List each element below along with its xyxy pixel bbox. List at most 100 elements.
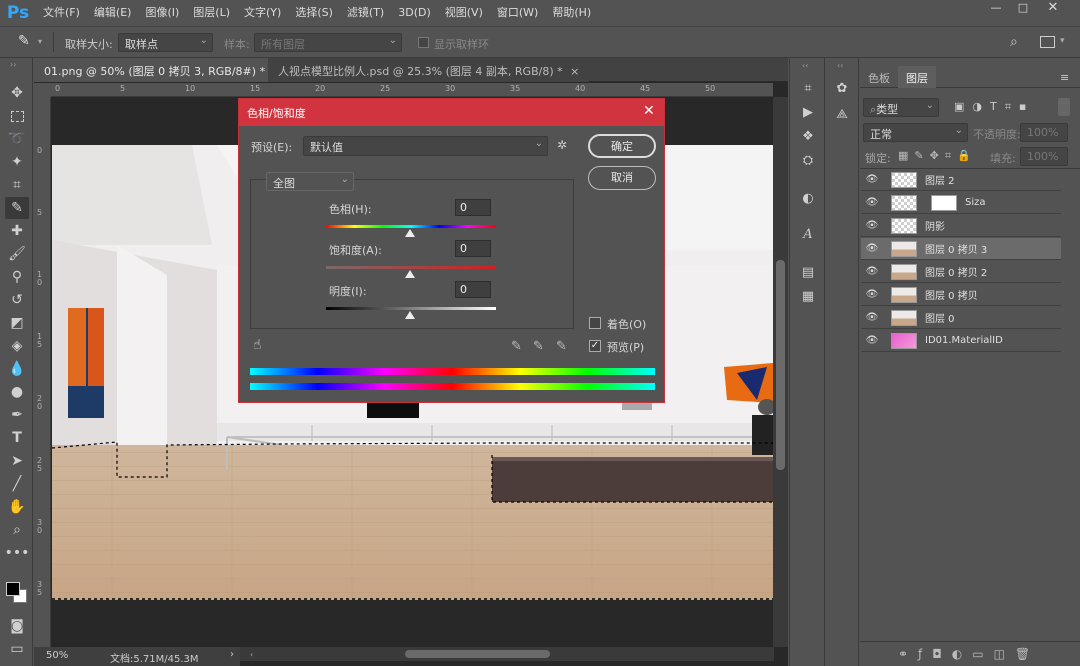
collapse-icon[interactable]: ›› <box>10 60 16 69</box>
layer-row[interactable]: 👁 图层 0 <box>861 307 1061 329</box>
vertical-scrollbar[interactable] <box>773 97 788 647</box>
sample-select[interactable]: 所有图层 ⌄ <box>254 33 402 52</box>
on-image-adjust-hand-icon[interactable]: ☝ <box>253 337 262 353</box>
ruler-origin[interactable] <box>34 83 51 97</box>
visibility-eye-icon[interactable]: 👁 <box>861 266 883 277</box>
lock-icons[interactable]: ▦✎✥⌗🔒 <box>898 149 977 163</box>
horizontal-ruler[interactable]: 0 5 10 15 20 25 30 35 40 45 50 <box>51 83 773 97</box>
zoom-level[interactable]: 50% <box>46 650 68 661</box>
collapse-icon[interactable]: ‹‹ <box>802 61 808 70</box>
swatches-icon[interactable]: ❖ <box>797 126 819 146</box>
horizontal-scrollbar[interactable]: ‹ <box>240 647 774 661</box>
path-selection-tool-icon[interactable]: ➤ <box>5 450 29 472</box>
magic-wand-tool-icon[interactable]: ✦ <box>5 151 29 173</box>
dialog-titlebar[interactable]: 色相/饱和度 ✕ <box>239 99 664 126</box>
workspace-icon[interactable] <box>1040 36 1055 48</box>
saturation-slider-thumb[interactable] <box>405 270 415 278</box>
blend-mode-select[interactable]: 正常 ⌄ <box>863 123 968 142</box>
pen-tool-icon[interactable]: ✒ <box>5 404 29 426</box>
lasso-tool-icon[interactable]: ➰ <box>5 128 29 150</box>
crop-tool-icon[interactable]: ⌗ <box>5 174 29 196</box>
visibility-eye-icon[interactable]: 👁 <box>861 243 883 254</box>
blur-tool-icon[interactable]: 💧 <box>5 358 29 380</box>
visibility-eye-icon[interactable]: 👁 <box>861 335 883 346</box>
eyedropper-tool-icon[interactable]: ✎ <box>5 197 29 219</box>
status-menu-arrow-icon[interactable]: › <box>230 649 234 660</box>
hue-slider-thumb[interactable] <box>405 229 415 237</box>
paths-icon[interactable]: ⟁ <box>831 104 853 124</box>
minimize-button[interactable]: — <box>983 0 1009 18</box>
more-tools-icon[interactable]: ••• <box>5 542 30 564</box>
menu-item[interactable]: 图像(I) <box>138 0 186 26</box>
menu-item[interactable]: 图层(L) <box>186 0 237 26</box>
scroll-left-icon[interactable]: ‹ <box>250 650 253 659</box>
quick-mask-icon[interactable]: ◙ <box>5 615 29 637</box>
layer-row[interactable]: 👁 阴影 <box>861 215 1061 237</box>
fill-input[interactable]: 100% <box>1020 147 1068 166</box>
filter-icons[interactable]: ▣◑T⌗▪ <box>954 100 1034 114</box>
foreground-color-swatch[interactable] <box>6 582 20 596</box>
collapse-icon[interactable]: ‹‹ <box>837 61 843 70</box>
history-icon[interactable]: ⌗ <box>797 78 819 98</box>
layer-mask-thumbnail[interactable] <box>931 194 957 211</box>
visibility-eye-icon[interactable]: 👁 <box>861 174 883 185</box>
paint-bucket-tool-icon[interactable]: ◈ <box>5 335 29 357</box>
menu-item[interactable]: 视图(V) <box>438 0 490 26</box>
tab-swatches[interactable]: 色板 <box>860 66 898 88</box>
panel-menu-icon[interactable]: ≡ <box>1060 71 1069 84</box>
preset-gear-icon[interactable]: ✲ <box>557 138 567 152</box>
close-icon[interactable]: ✕ <box>643 103 655 119</box>
visibility-eye-icon[interactable]: 👁 <box>861 312 883 323</box>
eyedropper-plus-icon[interactable]: ✎ <box>533 339 544 354</box>
healing-brush-tool-icon[interactable]: ✚ <box>5 220 29 242</box>
vertical-ruler[interactable]: 0 5 1 0 1 5 2 0 2 5 3 0 3 5 <box>34 97 51 647</box>
layer-action-icons[interactable]: ⚭ƒ◘◐▭◫🗑 <box>898 647 1040 661</box>
close-window-button[interactable]: ✕ <box>1040 0 1066 18</box>
hue-slider-track[interactable] <box>326 225 496 228</box>
opacity-input[interactable]: 100% <box>1020 123 1068 142</box>
color-wheel-icon[interactable]: ✿ <box>831 78 853 98</box>
sample-size-select[interactable]: 取样点 ⌄ <box>118 33 213 52</box>
menu-item[interactable]: 3D(D) <box>391 0 438 26</box>
hue-input[interactable]: 0 <box>455 199 491 216</box>
menu-item[interactable]: 文字(Y) <box>237 0 288 26</box>
layer-row[interactable]: 👁 图层 0 拷贝 <box>861 284 1061 306</box>
menu-item[interactable]: 选择(S) <box>288 0 340 26</box>
character-icon[interactable]: A <box>797 224 819 244</box>
hand-tool-icon[interactable]: ✋ <box>5 496 29 518</box>
paragraph-icon[interactable]: ▤ <box>797 262 819 282</box>
eraser-tool-icon[interactable]: ◩ <box>5 312 29 334</box>
visibility-eye-icon[interactable]: 👁 <box>861 289 883 300</box>
layer-row[interactable]: 👁 Siza <box>861 192 1061 214</box>
preview-checkbox[interactable]: ✓ <box>589 340 601 352</box>
eyedropper-icon[interactable]: ✎ <box>511 339 522 354</box>
close-tab-icon[interactable]: × <box>570 65 579 78</box>
visibility-eye-icon[interactable]: 👁 <box>861 197 883 208</box>
clone-stamp-tool-icon[interactable]: ⚲ <box>5 266 29 288</box>
screen-mode-icon[interactable]: ▭ <box>5 638 29 660</box>
styles-icon[interactable]: ⛭ <box>797 150 819 170</box>
brush-tool-icon[interactable]: 🖌 <box>5 243 29 265</box>
saturation-input[interactable]: 0 <box>455 240 491 257</box>
maximize-button[interactable]: □ <box>1010 0 1036 18</box>
show-ring-checkbox[interactable] <box>418 37 429 48</box>
scroll-thumb[interactable] <box>405 650 550 658</box>
lightness-slider-track[interactable] <box>326 307 496 310</box>
eyedropper-tool-icon[interactable]: ✎ <box>18 33 30 49</box>
notes-icon[interactable]: ▦ <box>797 286 819 306</box>
filter-toggle[interactable] <box>1058 98 1070 116</box>
tab-document-2[interactable]: 人视点模型比例人.psd @ 25.3% (图层 4 副本, RGB/8) * … <box>268 58 590 82</box>
layer-row[interactable]: 👁 图层 0 拷贝 2 <box>861 261 1061 283</box>
visibility-eye-icon[interactable]: 👁 <box>861 220 883 231</box>
layer-row[interactable]: 👁 图层 0 拷贝 3 <box>861 238 1061 260</box>
history-brush-tool-icon[interactable]: ↺ <box>5 289 29 311</box>
menu-item[interactable]: 滤镜(T) <box>340 0 391 26</box>
channel-select[interactable]: 全图 ⌄ <box>266 172 354 191</box>
layer-filter-select[interactable]: ⌕类型 ⌄ <box>863 98 939 117</box>
eyedropper-minus-icon[interactable]: ✎ <box>556 339 567 354</box>
menu-item[interactable]: 文件(F) <box>36 0 87 26</box>
tool-preset-chevron-icon[interactable]: ▾ <box>38 37 42 46</box>
move-tool-icon[interactable]: ✥ <box>5 82 29 104</box>
ok-button[interactable]: 确定 <box>588 134 656 158</box>
chevron-down-icon[interactable]: ▾ <box>1060 36 1065 46</box>
